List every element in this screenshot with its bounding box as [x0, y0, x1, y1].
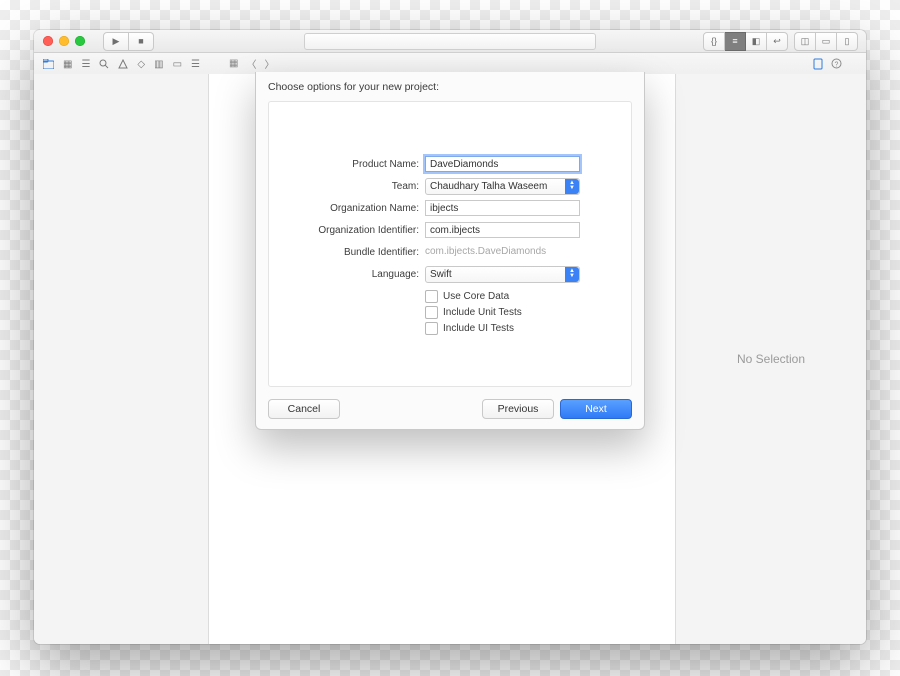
- standard-editor-button[interactable]: {}: [703, 32, 725, 51]
- debug-navigator-icon[interactable]: ▥: [154, 59, 163, 70]
- product-name-label: Product Name:: [269, 159, 425, 170]
- language-popup-value: Swift: [430, 269, 452, 280]
- navigator-icons: ▦ ☰ ◇ ▥ ▭ ☰: [34, 59, 200, 70]
- toggle-navigator-button[interactable]: ◫: [794, 32, 816, 51]
- chevron-updown-icon: ▲▼: [565, 179, 579, 194]
- go-back-icon[interactable]: 〈: [246, 56, 256, 71]
- editor-panel: Choose options for your new project: Pro…: [209, 74, 675, 644]
- sheet-form: Product Name: Team: Chaudhary Talha Wase…: [268, 101, 632, 387]
- language-popup[interactable]: Swift ▲▼: [425, 266, 580, 283]
- minimize-window-button[interactable]: [59, 36, 69, 46]
- sheet-button-row: Cancel Previous Next: [256, 395, 644, 419]
- zoom-window-button[interactable]: [75, 36, 85, 46]
- include-ui-tests-label: Include UI Tests: [443, 323, 514, 334]
- use-core-data-checkbox[interactable]: [425, 290, 438, 303]
- assistant-editor-button[interactable]: ≡: [725, 32, 746, 51]
- bundle-identifier-value: com.ibjects.DaveDiamonds: [425, 244, 580, 260]
- version-editor-button[interactable]: ◧: [746, 32, 767, 51]
- organization-name-label: Organization Name:: [269, 203, 425, 214]
- svg-text:?: ?: [835, 62, 839, 69]
- editor-mode-segment: {} ≡ ◧ ↩: [703, 32, 788, 51]
- organization-name-input[interactable]: [425, 200, 580, 216]
- test-navigator-icon[interactable]: ◇: [137, 59, 145, 70]
- quick-help-inspector-icon[interactable]: ?: [831, 58, 842, 70]
- sheet-title: Choose options for your new project:: [256, 72, 644, 93]
- include-unit-tests-checkbox[interactable]: [425, 306, 438, 319]
- go-forward-icon[interactable]: 〉: [264, 56, 274, 71]
- cancel-button[interactable]: Cancel: [268, 399, 340, 419]
- project-navigator-icon[interactable]: [43, 59, 54, 70]
- source-control-navigator-icon[interactable]: ▦: [63, 59, 72, 70]
- window-controls: [34, 36, 85, 46]
- close-window-button[interactable]: [43, 36, 53, 46]
- bundle-identifier-label: Bundle Identifier:: [269, 247, 425, 258]
- navigator-panel: [34, 74, 209, 644]
- team-popup-value: Chaudhary Talha Waseem: [430, 181, 547, 192]
- use-core-data-label: Use Core Data: [443, 291, 509, 302]
- symbol-navigator-icon[interactable]: ☰: [81, 59, 90, 70]
- report-navigator-icon[interactable]: ☰: [191, 59, 200, 70]
- toggle-inspector-button[interactable]: ▯: [837, 32, 858, 51]
- include-unit-tests-label: Include Unit Tests: [443, 307, 522, 318]
- editor-extra-button[interactable]: ↩: [767, 32, 788, 51]
- breakpoint-navigator-icon[interactable]: ▭: [173, 59, 182, 70]
- toggle-debug-button[interactable]: ▭: [816, 32, 837, 51]
- new-project-options-sheet: Choose options for your new project: Pro…: [255, 72, 645, 430]
- organization-identifier-label: Organization Identifier:: [269, 225, 425, 236]
- stop-button[interactable]: ■: [129, 32, 154, 51]
- toolbar-right: {} ≡ ◧ ↩ ◫ ▭ ▯: [703, 32, 858, 51]
- editor-jump-bar: ▦ 〈 〉: [229, 56, 274, 71]
- activity-status-field: [304, 33, 596, 50]
- team-label: Team:: [269, 181, 425, 192]
- find-navigator-icon[interactable]: [99, 59, 109, 70]
- run-button[interactable]: ▶: [103, 32, 129, 51]
- titlebar: ▶ ■ {} ≡ ◧ ↩ ◫ ▭ ▯: [34, 30, 866, 53]
- file-inspector-icon[interactable]: [813, 58, 823, 70]
- window-body: Choose options for your new project: Pro…: [34, 74, 866, 644]
- inspector-tabs: ?: [813, 58, 842, 70]
- previous-button[interactable]: Previous: [482, 399, 554, 419]
- inspector-panel: No Selection: [675, 74, 866, 644]
- xcode-window: ▶ ■ {} ≡ ◧ ↩ ◫ ▭ ▯ ▦ ☰: [34, 30, 866, 644]
- language-label: Language:: [269, 269, 425, 280]
- product-name-input[interactable]: [425, 156, 580, 172]
- team-popup[interactable]: Chaudhary Talha Waseem ▲▼: [425, 178, 580, 195]
- panel-visibility-segment: ◫ ▭ ▯: [794, 32, 858, 51]
- related-items-icon[interactable]: ▦: [229, 58, 238, 69]
- issue-navigator-icon[interactable]: [118, 59, 128, 70]
- next-button[interactable]: Next: [560, 399, 632, 419]
- run-stop-group: ▶ ■: [103, 32, 154, 51]
- organization-identifier-input[interactable]: [425, 222, 580, 238]
- inspector-placeholder: No Selection: [737, 352, 805, 366]
- include-ui-tests-checkbox[interactable]: [425, 322, 438, 335]
- options-checkboxes: Use Core Data Include Unit Tests Include…: [425, 288, 631, 336]
- chevron-updown-icon: ▲▼: [565, 267, 579, 282]
